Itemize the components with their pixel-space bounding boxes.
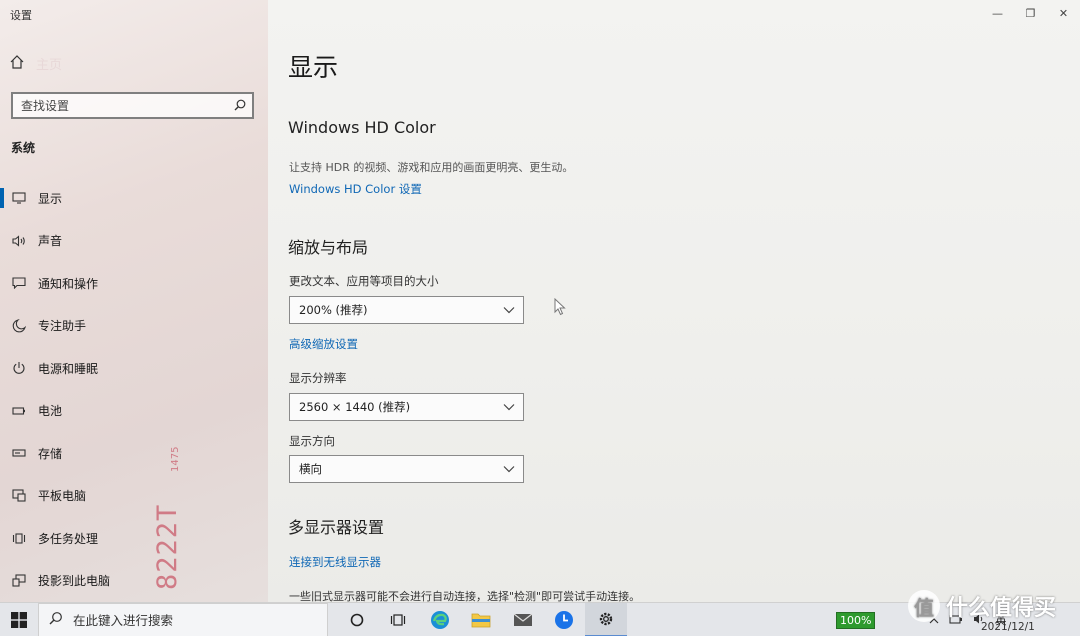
scale-value: 200% (推荐) [299, 303, 368, 317]
orientation-label: 显示方向 [289, 434, 335, 448]
sidebar-item-label: 平板电脑 [38, 489, 87, 504]
tablet-icon [11, 489, 27, 502]
settings-search-box[interactable] [11, 92, 254, 119]
mouse-cursor-icon [554, 297, 566, 320]
stamp-number: 1475 [170, 446, 181, 472]
sidebar-item-display[interactable]: 显示 [0, 177, 268, 220]
hd-color-settings-link[interactable]: Windows HD Color 设置 [289, 181, 422, 197]
settings-sidebar: 设置 主页 系统 显示 声音 通知和操作 专注助手 [0, 0, 268, 602]
sidebar-item-label: 显示 [38, 191, 63, 206]
section-label-system: 系统 [11, 141, 36, 155]
battery-indicator[interactable]: 100% [836, 611, 876, 629]
resolution-value: 2560 × 1440 (推荐) [299, 400, 411, 414]
sidebar-item-power-sleep[interactable]: 电源和睡眠 [0, 347, 268, 390]
taskbar-date[interactable]: 2021/12/1 [981, 621, 1035, 633]
window-controls: — ❐ ✕ [981, 0, 1080, 26]
sidebar-item-label: 电池 [38, 404, 63, 419]
home-link[interactable]: 主页 [10, 54, 62, 73]
chevron-down-icon [503, 462, 515, 476]
settings-search-input[interactable] [21, 98, 221, 113]
page-title: 显示 [288, 53, 339, 82]
multi-display-description: 一些旧式显示器可能不会进行自动连接，选择"检测"即可尝试手动连接。 [289, 590, 641, 602]
taskbar-search-box[interactable]: 在此键入进行搜索 [38, 602, 328, 636]
display-settings-page: — ❐ ✕ 显示 Windows HD Color 让支持 HDR 的视频、游戏… [268, 0, 1080, 602]
monitor-icon [11, 192, 27, 204]
multitask-icon [11, 532, 27, 545]
sidebar-item-label: 专注助手 [38, 319, 87, 334]
sidebar-item-label: 声音 [38, 234, 63, 249]
search-icon[interactable] [234, 96, 246, 115]
battery-icon [11, 406, 27, 416]
resolution-dropdown[interactable]: 2560 × 1440 (推荐) [289, 393, 524, 421]
sidebar-item-tablet[interactable]: 平板电脑 [0, 475, 268, 518]
watermark-logo-icon: 值 [908, 590, 940, 622]
task-view-icon[interactable] [378, 603, 420, 636]
site-watermark: 值 什么值得买 [908, 590, 1056, 622]
cortana-icon[interactable] [336, 603, 378, 636]
clock-app-icon[interactable] [544, 603, 586, 636]
mail-icon[interactable] [502, 603, 544, 636]
sidebar-item-sound[interactable]: 声音 [0, 220, 268, 263]
watermark-text: 什么值得买 [946, 596, 1057, 621]
sidebar-item-notifications[interactable]: 通知和操作 [0, 262, 268, 305]
speaker-icon [11, 235, 27, 247]
sidebar-item-focus-assist[interactable]: 专注助手 [0, 305, 268, 348]
sidebar-item-storage[interactable]: 存储 [0, 432, 268, 475]
sidebar-item-battery[interactable]: 电池 [0, 390, 268, 433]
orientation-dropdown[interactable]: 横向 [289, 455, 524, 483]
resolution-label: 显示分辨率 [289, 371, 347, 385]
settings-app-icon[interactable] [585, 602, 627, 636]
chevron-down-icon [503, 400, 515, 414]
advanced-scaling-link[interactable]: 高级缩放设置 [289, 336, 358, 352]
chevron-down-icon [503, 303, 515, 317]
taskbar-apps [336, 602, 627, 636]
multi-display-heading: 多显示器设置 [288, 518, 385, 537]
close-button[interactable]: ✕ [1047, 0, 1080, 26]
hd-color-description: 让支持 HDR 的视频、游戏和应用的画面更明亮、更生动。 [289, 161, 574, 174]
sidebar-item-label: 投影到此电脑 [38, 574, 111, 589]
taskbar-search-placeholder: 在此键入进行搜索 [73, 613, 174, 628]
minimize-button[interactable]: — [981, 0, 1014, 26]
sidebar-item-label: 电源和睡眠 [38, 361, 99, 376]
serial-stamp: 8222T 1475 [152, 440, 192, 600]
edge-browser-icon[interactable] [419, 603, 461, 636]
project-icon [11, 574, 27, 587]
search-icon [49, 611, 63, 628]
home-label: 主页 [36, 58, 63, 73]
maximize-button[interactable]: ❐ [1014, 0, 1047, 26]
home-icon [10, 54, 24, 73]
sidebar-item-label: 存储 [38, 446, 63, 461]
start-button[interactable] [0, 603, 38, 636]
sidebar-nav: 显示 声音 通知和操作 专注助手 电源和睡眠 电池 存储 平板电脑 多任务处理 … [0, 177, 268, 602]
scale-dropdown[interactable]: 200% (推荐) [289, 296, 524, 324]
file-explorer-icon[interactable] [461, 603, 503, 636]
windows-logo-icon [11, 611, 27, 628]
notification-icon [11, 277, 27, 290]
sidebar-item-label: 多任务处理 [38, 531, 99, 546]
stamp-code: 8222T [152, 503, 183, 590]
storage-icon [11, 448, 27, 458]
window-title: 设置 [10, 9, 32, 22]
sidebar-item-multitasking[interactable]: 多任务处理 [0, 517, 268, 560]
power-icon [11, 361, 27, 375]
sidebar-item-label: 通知和操作 [38, 276, 99, 291]
scale-layout-heading: 缩放与布局 [288, 238, 369, 257]
hd-color-heading: Windows HD Color [288, 118, 436, 137]
moon-icon [11, 318, 27, 333]
sidebar-item-project-to-pc[interactable]: 投影到此电脑 [0, 560, 268, 603]
scale-label: 更改文本、应用等项目的大小 [289, 274, 439, 288]
wireless-display-link[interactable]: 连接到无线显示器 [289, 554, 381, 570]
orientation-value: 横向 [299, 462, 322, 476]
